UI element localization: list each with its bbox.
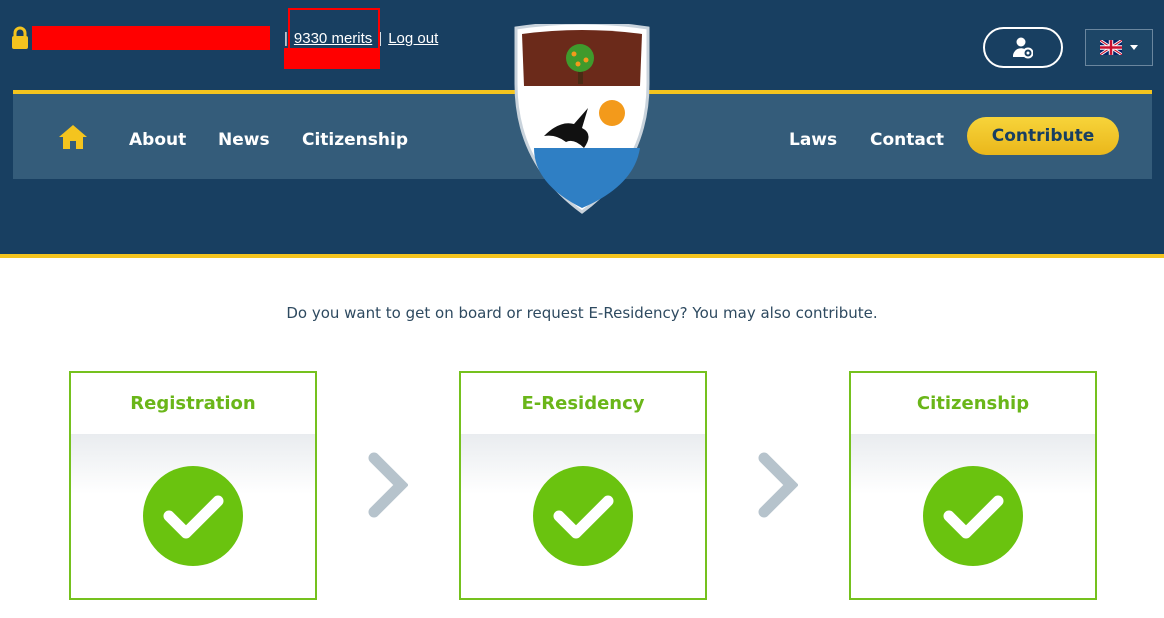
lock-icon — [12, 26, 28, 49]
account-bar: | 9330 merits | Log out — [10, 7, 438, 69]
coat-of-arms-logo[interactable] — [512, 24, 652, 216]
check-icon — [533, 466, 633, 566]
nav-citizenship[interactable]: Citizenship — [302, 130, 408, 150]
card-body — [71, 434, 315, 598]
nav-contact[interactable]: Contact — [870, 130, 944, 150]
chevron-right-icon — [368, 452, 408, 518]
card-title: E-Residency — [521, 393, 645, 414]
separator: | — [378, 29, 383, 47]
redacted-username — [32, 26, 270, 50]
site-header: | 9330 merits | Log out About News Citiz… — [0, 0, 1164, 258]
redaction-block — [283, 47, 380, 69]
chevron-right-icon — [758, 452, 798, 518]
e-residency-card[interactable]: E-Residency — [459, 371, 707, 600]
user-settings-icon — [1013, 37, 1033, 58]
chevron-down-icon — [1130, 45, 1138, 50]
nav-laws[interactable]: Laws — [789, 130, 837, 150]
language-selector[interactable] — [1085, 29, 1153, 66]
card-title: Registration — [130, 393, 256, 414]
merits-link[interactable]: 9330 merits — [294, 30, 372, 47]
separator: | — [284, 29, 288, 47]
citizenship-card[interactable]: Citizenship — [849, 371, 1097, 600]
card-body — [851, 434, 1095, 598]
registration-card[interactable]: Registration — [69, 371, 317, 600]
uk-flag-icon — [1100, 40, 1122, 55]
nav-news[interactable]: News — [218, 130, 270, 150]
merits-wrapper: 9330 merits — [283, 7, 380, 69]
check-icon — [143, 466, 243, 566]
nav-about[interactable]: About — [129, 130, 186, 150]
logout-link[interactable]: Log out — [388, 30, 438, 47]
card-title: Citizenship — [916, 393, 1030, 414]
card-body — [461, 434, 705, 598]
home-icon[interactable] — [58, 123, 88, 151]
contribute-button[interactable]: Contribute — [967, 117, 1119, 155]
user-account-button[interactable] — [983, 27, 1063, 68]
intro-text: Do you want to get on board or request E… — [286, 304, 878, 322]
check-icon — [923, 466, 1023, 566]
